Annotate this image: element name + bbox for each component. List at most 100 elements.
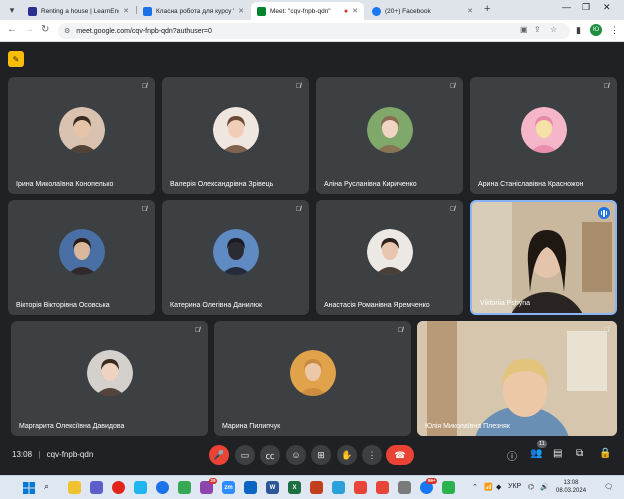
participant-tile[interactable]: 🎙̸ Валерія Олександрівна Зрівець: [162, 77, 309, 194]
taskbar-app-icon[interactable]: [442, 481, 455, 494]
participant-name: Марина Пилипчук: [222, 423, 281, 430]
participant-name: Анастасія Романівна Яремченко: [324, 302, 430, 309]
url-field[interactable]: ⚙ meet.google.com/cqv-fnpb-qdn?authuser=…: [58, 23, 570, 39]
close-tab-icon[interactable]: ✕: [352, 7, 358, 15]
avatar[interactable]: Ю: [590, 24, 602, 36]
speaking-indicator-icon: [598, 207, 610, 219]
participant-tile[interactable]: 🎙̸ Юлія Миколаївна Плезняк: [417, 321, 617, 436]
participant-tile[interactable]: 🎙̸ Вікторія Вікторівна Осовська: [8, 200, 155, 315]
host-controls-icon[interactable]: 🔒: [599, 448, 611, 459]
participant-tile[interactable]: 🎙̸ Арина Станіславівна Красножон: [470, 77, 617, 194]
meet-favicon-icon: [257, 6, 266, 16]
windows-start-icon[interactable]: [22, 481, 35, 494]
side-panel-icon[interactable]: ▮: [576, 25, 581, 36]
notifications-icon[interactable]: 🗨: [604, 483, 613, 491]
new-tab-button[interactable]: +: [484, 3, 490, 15]
participant-avatar: [58, 228, 105, 275]
people-icon[interactable]: 👥: [530, 448, 542, 459]
mic-off-icon: 🎙̸: [449, 83, 455, 90]
more-options-button[interactable]: ⋮: [362, 445, 382, 465]
network-icon[interactable]: ⌬: [528, 483, 534, 491]
minimize-icon[interactable]: —: [562, 2, 571, 12]
menu-dots-icon[interactable]: ⋮: [610, 25, 619, 36]
tray-chevron-icon[interactable]: ⌃: [472, 483, 478, 491]
taskbar-app-icon[interactable]: [68, 481, 81, 494]
meeting-details-icon[interactable]: ⓘ: [507, 448, 517, 463]
taskbar-app-icon[interactable]: X: [288, 481, 301, 494]
participant-tile[interactable]: Viktoriia Pshyna: [470, 200, 617, 315]
chat-icon[interactable]: ▤: [553, 448, 562, 459]
leave-call-button[interactable]: ☎: [386, 445, 414, 465]
participant-avatar: [289, 349, 336, 396]
mic-off-icon: 🎙̸: [295, 83, 301, 90]
present-button[interactable]: ⊞: [311, 445, 331, 465]
camera-icon[interactable]: ▣: [520, 25, 528, 34]
tab-search-button[interactable]: ▾: [4, 2, 20, 18]
back-arrow-icon[interactable]: ←: [7, 24, 17, 35]
dropbox-icon[interactable]: ◆: [496, 483, 501, 491]
wifi-icon[interactable]: 📶: [484, 483, 493, 491]
classroom-favicon-icon: [143, 6, 152, 16]
camera-button[interactable]: ▭: [235, 445, 255, 465]
mic-off-icon: 🎙̸: [397, 327, 403, 334]
taskbar-app-icon[interactable]: [244, 481, 257, 494]
tab-strip: ▾ Renting a house | LearnEnglish ✕ Класн…: [0, 0, 624, 20]
notification-badge: 29: [208, 478, 217, 484]
participant-tile[interactable]: 🎙̸ Маргарита Олексіївна Давидова: [11, 321, 208, 436]
taskbar-app-icon[interactable]: 99+: [420, 478, 437, 494]
taskbar-app-icon[interactable]: [310, 481, 323, 494]
meeting-controls: 13:08 | cqv-fnpb-qdn 🎤 ▭ ㏄ ☺ ⊞ ✋ ⋮ ☎ ⓘ 👥…: [0, 438, 624, 474]
lang-indicator[interactable]: УКР: [508, 483, 521, 490]
participant-tile[interactable]: 🎙̸ Ірина Миколаївна Конопелько: [8, 77, 155, 194]
participant-avatar: [212, 228, 259, 275]
tab-learnenglish[interactable]: Renting a house | LearnEnglish ✕: [22, 2, 135, 20]
maximize-icon[interactable]: ❐: [582, 2, 590, 13]
mic-off-icon: 🎙̸: [141, 83, 147, 90]
close-tab-icon[interactable]: ✕: [123, 7, 129, 15]
taskbar-clock[interactable]: 13:08 08.03.2024: [556, 479, 586, 495]
tab-meet[interactable]: Meet: "cqv-fnpb-qdn" ● ✕: [251, 2, 364, 20]
meeting-badge-icon[interactable]: ✎: [8, 51, 24, 67]
taskbar-app-icon[interactable]: [376, 481, 389, 494]
search-icon[interactable]: ⌕: [44, 481, 49, 492]
participant-tile[interactable]: 🎙̸ Аліна Русланівна Кириченко: [316, 77, 463, 194]
raise-hand-button[interactable]: ✋: [337, 445, 357, 465]
taskbar-app-icon[interactable]: [332, 481, 345, 494]
participant-avatar: [212, 106, 259, 153]
participant-tile[interactable]: 🎙̸ Марина Пилипчук: [214, 321, 411, 436]
tab-facebook[interactable]: (20+) Facebook ✕: [366, 2, 479, 20]
participant-avatar: [58, 106, 105, 153]
forward-arrow-icon[interactable]: →: [24, 24, 34, 35]
tab-classroom[interactable]: Класна робота для курсу "Пр ✕: [137, 2, 250, 20]
taskbar-app-icon[interactable]: [398, 481, 411, 494]
taskbar-app-icon[interactable]: [134, 481, 147, 494]
taskbar-app-icon[interactable]: [112, 481, 125, 494]
volume-icon[interactable]: 🔊: [540, 483, 549, 491]
participant-tile[interactable]: 🎙̸ Анастасія Романівна Яремченко: [316, 200, 463, 315]
participants-count-badge: 11: [537, 440, 547, 448]
close-tab-icon[interactable]: ✕: [238, 7, 244, 15]
participant-name: Маргарита Олексіївна Давидова: [19, 423, 125, 430]
meeting-time: 13:08: [12, 450, 33, 459]
participant-name: Вікторія Вікторівна Осовська: [16, 302, 110, 309]
participant-tile[interactable]: 🎙̸ Катерина Олегівна Данилюк: [162, 200, 309, 315]
taskbar-app-icon[interactable]: W: [266, 481, 279, 494]
taskbar-app-icon[interactable]: [90, 481, 103, 494]
activities-icon[interactable]: ⧉: [576, 448, 583, 459]
bookmark-star-icon[interactable]: ☆: [550, 25, 557, 34]
participant-name: Валерія Олександрівна Зрівець: [170, 181, 274, 188]
taskbar-app-icon[interactable]: 29: [200, 478, 217, 494]
share-icon[interactable]: ⇪: [534, 25, 541, 34]
taskbar-app-icon[interactable]: zm: [222, 481, 235, 494]
captions-button[interactable]: ㏄: [260, 445, 280, 465]
close-window-icon[interactable]: ✕: [603, 2, 611, 13]
site-info-icon[interactable]: ⚙: [64, 27, 70, 35]
emoji-button[interactable]: ☺: [286, 445, 306, 465]
learnenglish-favicon-icon: [28, 6, 37, 16]
reload-icon[interactable]: ↻: [41, 24, 49, 35]
taskbar-app-icon[interactable]: [178, 481, 191, 494]
taskbar-app-icon[interactable]: [354, 481, 367, 494]
mic-off-button[interactable]: 🎤: [209, 445, 229, 465]
close-tab-icon[interactable]: ✕: [467, 7, 473, 15]
taskbar-app-icon[interactable]: [156, 481, 169, 494]
